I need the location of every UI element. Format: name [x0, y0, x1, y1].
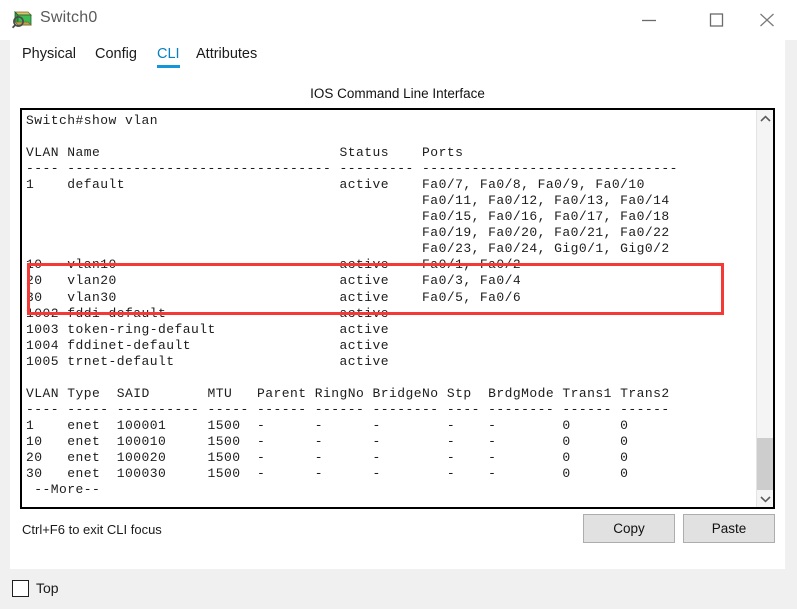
scrollbar-up-button[interactable]: [757, 110, 773, 127]
cli-focus-hint: Ctrl+F6 to exit CLI focus: [22, 522, 162, 537]
tab-cli-label: CLI: [157, 46, 180, 62]
tab-config-label: Config: [95, 46, 137, 62]
window-title: Switch0: [40, 9, 98, 26]
copy-button[interactable]: Copy: [583, 514, 675, 543]
window-titlebar: Switch0: [0, 0, 797, 40]
tab-active-underline: [157, 65, 180, 68]
packet-tracer-device-icon: [11, 8, 33, 30]
cli-terminal-output: Switch#show vlan VLAN Name Status Ports …: [26, 113, 678, 498]
scrollbar-down-button[interactable]: [757, 490, 773, 507]
tab-attributes[interactable]: Attributes: [196, 46, 257, 62]
tab-config[interactable]: Config: [95, 46, 137, 62]
tab-physical-label: Physical: [22, 46, 76, 62]
paste-button[interactable]: Paste: [683, 514, 775, 543]
top-checkbox[interactable]: [12, 580, 29, 597]
terminal-scrollbar[interactable]: [756, 110, 773, 507]
cli-panel: IOS Command Line Interface Switch#show v…: [10, 76, 785, 569]
cli-terminal[interactable]: Switch#show vlan VLAN Name Status Ports …: [20, 108, 775, 509]
tab-cli[interactable]: CLI: [157, 46, 180, 68]
maximize-button[interactable]: [693, 0, 739, 40]
device-window: Switch0 Physical Config CLI Attributes I…: [0, 0, 797, 609]
cli-heading: IOS Command Line Interface: [310, 86, 485, 101]
tab-physical[interactable]: Physical: [22, 46, 76, 62]
scrollbar-thumb[interactable]: [757, 438, 773, 490]
minimize-button[interactable]: [626, 0, 672, 40]
window-footer: Top: [0, 569, 797, 609]
tab-attributes-label: Attributes: [196, 46, 258, 62]
close-button[interactable]: [744, 0, 790, 40]
top-checkbox-label: Top: [36, 580, 59, 596]
